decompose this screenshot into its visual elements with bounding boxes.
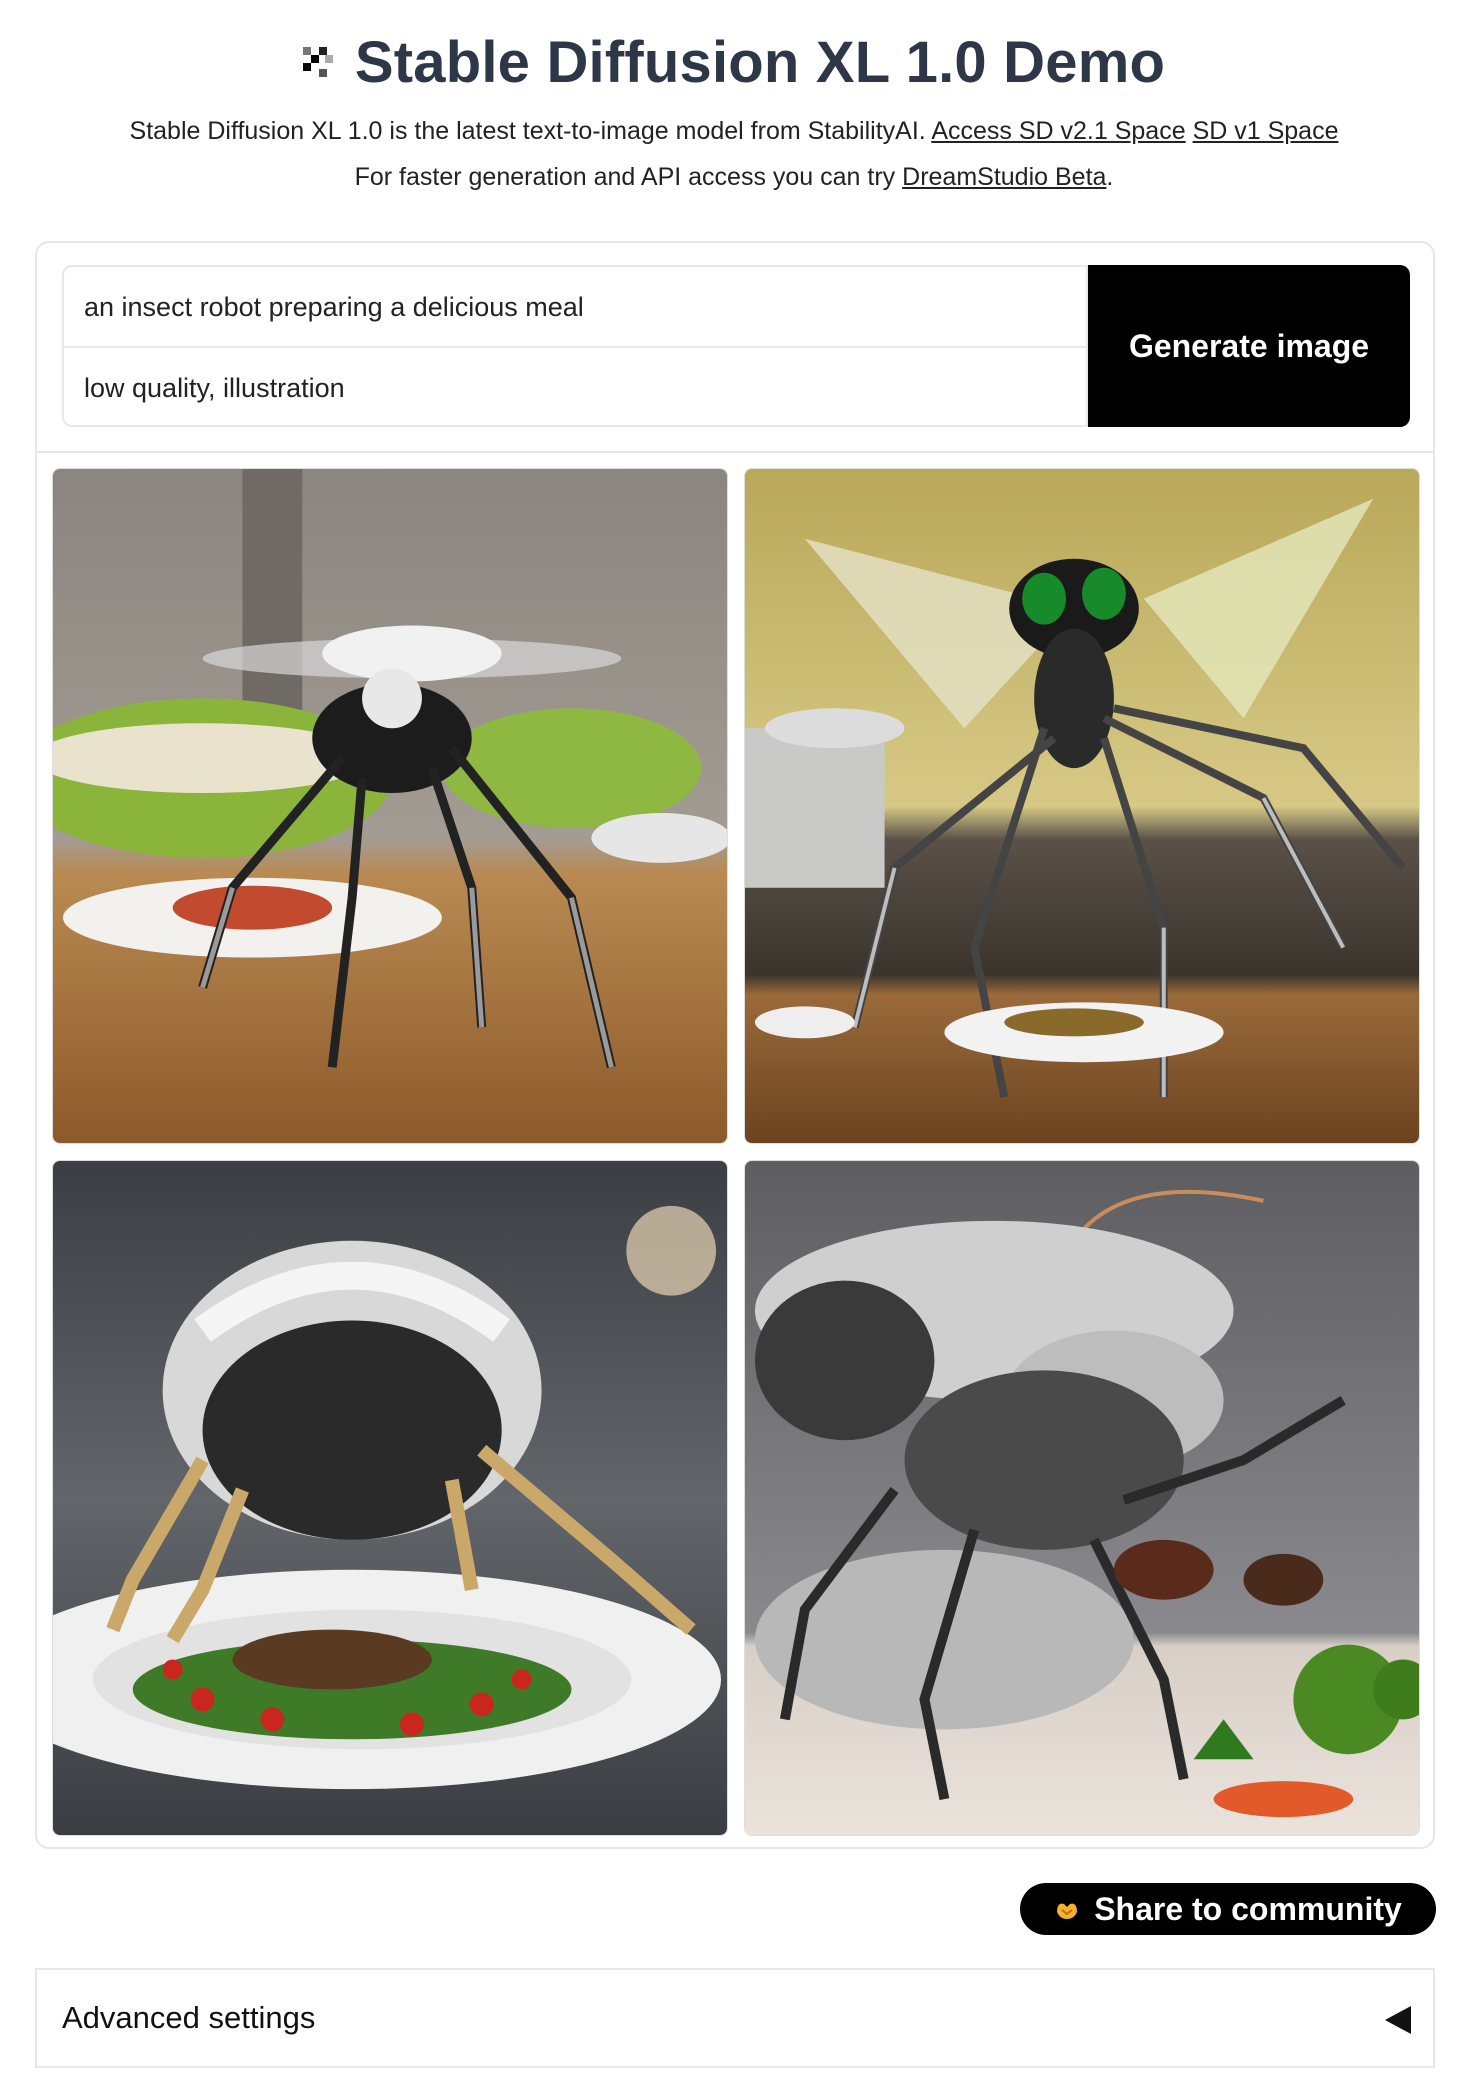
title-row: Stable Diffusion XL 1.0 Demo bbox=[0, 24, 1468, 100]
share-label: Share to community bbox=[1094, 1890, 1402, 1927]
negative-prompt-input[interactable] bbox=[64, 348, 1086, 425]
share-to-community-button[interactable]: Share to community bbox=[1020, 1883, 1436, 1935]
link-dreamstudio[interactable]: DreamStudio Beta bbox=[902, 163, 1106, 191]
gallery-image-4[interactable] bbox=[744, 1160, 1420, 1836]
subtitle-text: Stable Diffusion XL 1.0 is the latest te… bbox=[129, 117, 926, 145]
link-sd21[interactable]: Access SD v2.1 Space bbox=[931, 117, 1185, 145]
subtitle2-text: For faster generation and API access you… bbox=[354, 163, 896, 191]
triangle-left-icon bbox=[1385, 2006, 1411, 2034]
header: Stable Diffusion XL 1.0 Demo Stable Diff… bbox=[0, 24, 1468, 194]
hands-icon bbox=[1057, 1903, 1078, 1919]
prompt-input[interactable] bbox=[64, 267, 1086, 347]
advanced-settings-accordion[interactable]: Advanced settings bbox=[35, 1968, 1435, 2068]
prompt-box bbox=[62, 265, 1088, 427]
generate-image-button[interactable]: Generate image bbox=[1088, 265, 1410, 427]
page-title: Stable Diffusion XL 1.0 Demo bbox=[354, 29, 1166, 95]
subtitle2-end: . bbox=[1106, 163, 1114, 191]
pixel-logo-icon bbox=[302, 47, 333, 77]
subtitle-2: For faster generation and API access you… bbox=[0, 160, 1468, 194]
main-panel: Generate image bbox=[35, 241, 1435, 1849]
robot-beetle-plate-image bbox=[53, 1161, 727, 1835]
subtitle: Stable Diffusion XL 1.0 is the latest te… bbox=[0, 114, 1468, 148]
panel-separator bbox=[37, 451, 1433, 453]
robot-ant-vegetables-image bbox=[745, 1161, 1419, 1835]
link-sd1[interactable]: SD v1 Space bbox=[1193, 117, 1339, 145]
gallery-image-2[interactable] bbox=[744, 468, 1420, 1144]
robot-fly-salad-image bbox=[53, 469, 727, 1143]
gallery-image-1[interactable] bbox=[52, 468, 728, 1144]
gallery-image-3[interactable] bbox=[52, 1160, 728, 1836]
robot-wasp-kitchen-image bbox=[745, 469, 1419, 1143]
advanced-settings-label: Advanced settings bbox=[62, 2000, 316, 2035]
